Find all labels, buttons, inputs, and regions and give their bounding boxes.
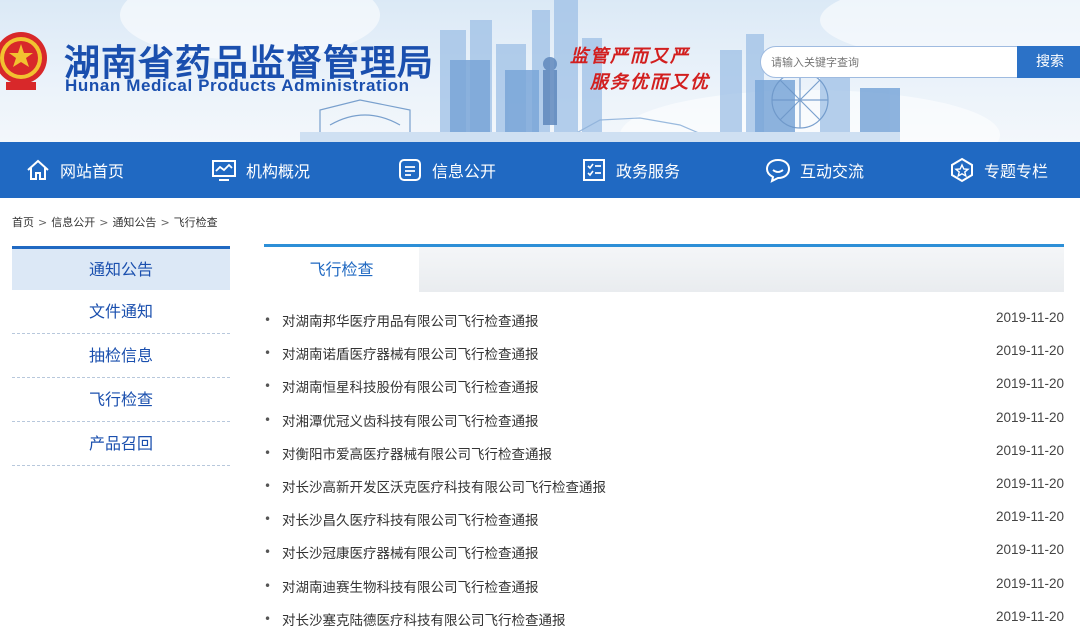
list-item[interactable]: • 对湖南邦华医疗用品有限公司飞行检查通报 2019-11-20 [264, 303, 1064, 336]
nav-item-label: 互动交流 [800, 162, 865, 181]
list-item[interactable]: • 对长沙高新开发区沃克医疗科技有限公司飞行检查通报 2019-11-20 [264, 469, 1064, 502]
nav-item-label: 政务服务 [616, 162, 681, 181]
list-item[interactable]: • 对湖南恒星科技股份有限公司飞行检查通报 2019-11-20 [264, 369, 1064, 402]
list-item[interactable]: • 对长沙塞克陆德医疗科技有限公司飞行检查通报 2019-11-20 [264, 602, 1064, 635]
list-item[interactable]: • 对湘潭优冠义齿科技有限公司飞行检查通报 2019-11-20 [264, 403, 1064, 436]
sidebar-item-recall[interactable]: 产品召回 [12, 422, 230, 466]
breadcrumb-link-home[interactable]: 首页 [12, 214, 34, 230]
bullet-icon: • [264, 412, 272, 427]
list-item-date: 2019-11-20 [995, 310, 1064, 325]
list-item-title[interactable]: 对长沙冠康医疗器械有限公司飞行检查通报 [282, 542, 539, 562]
breadcrumb-separator: > [160, 216, 170, 229]
search-input[interactable] [760, 46, 1018, 78]
bullet-icon: • [264, 611, 272, 626]
breadcrumb-link-info[interactable]: 信息公开 [51, 214, 95, 230]
nav-item-services[interactable]: 政务服务 [580, 142, 680, 198]
list-item-date: 2019-11-20 [995, 608, 1064, 624]
star-badge-icon [951, 157, 973, 183]
list-item-title[interactable]: 对长沙昌久医疗科技有限公司飞行检查通报 [282, 509, 539, 529]
list-item-title[interactable]: 对湖南诺盾医疗器械有限公司飞行检查通报 [282, 343, 539, 363]
national-emblem-icon [0, 32, 47, 90]
breadcrumb-link-notices[interactable]: 通知公告 [112, 214, 156, 230]
list-item-date: 2019-11-20 [995, 376, 1064, 392]
list-item-title[interactable]: 对长沙高新开发区沃克医疗科技有限公司飞行检查通报 [282, 476, 606, 496]
list-item-title[interactable]: 对衡阳市爱高医疗器械有限公司飞行检查通报 [282, 443, 552, 463]
bullet-icon: • [264, 346, 272, 361]
sidebar-item-sampling[interactable]: 抽检信息 [12, 334, 230, 378]
list-item-date: 2019-11-20 [995, 343, 1064, 359]
site-subtitle: Hunan Medical Products Administration [65, 76, 410, 95]
list-item-date: 2019-11-20 [995, 409, 1064, 425]
sidebar-nav: 通知公告 文件通知 抽检信息 飞行检查 产品召回 [12, 246, 230, 466]
list-item-title[interactable]: 对湖南恒星科技股份有限公司飞行检查通报 [282, 376, 539, 396]
list-item-title[interactable]: 对长沙塞克陆德医疗科技有限公司飞行检查通报 [282, 609, 566, 629]
list-item[interactable]: • 对衡阳市爱高医疗器械有限公司飞行检查通报 2019-11-20 [264, 436, 1064, 469]
list-item-title[interactable]: 对湖南邦华医疗用品有限公司飞行检查通报 [282, 310, 539, 330]
slogan-line-2: 服务优而又优 [590, 72, 710, 93]
list-item-date: 2019-11-20 [995, 542, 1064, 558]
main-content: 飞行检查 • 对湖南邦华医疗用品有限公司飞行检查通报 2019-11-20 • … [264, 244, 1064, 629]
bullet-icon: • [264, 445, 272, 460]
nav-item-interaction[interactable]: 互动交流 [764, 142, 864, 198]
sidebar-item-notices[interactable]: 通知公告 [12, 246, 230, 290]
main-nav: 网站首页 机构概况 信息公开 政务服务 互动交流 专题专栏 [0, 142, 1080, 198]
search-button[interactable]: 搜索 [1017, 46, 1080, 78]
bullet-icon: • [264, 578, 272, 593]
chat-bubble-icon [765, 158, 791, 183]
breadcrumb-current: 飞行检查 [173, 216, 218, 229]
tab-flight-inspection[interactable]: 飞行检查 [264, 247, 419, 292]
slogan-line-1: 监管严而又严 [570, 46, 690, 67]
section-tab-bar: 飞行检查 [264, 244, 1064, 292]
list-item[interactable]: • 对长沙冠康医疗器械有限公司飞行检查通报 2019-11-20 [264, 535, 1064, 568]
sidebar-item-flight-inspection[interactable]: 飞行检查 [12, 378, 230, 422]
sidebar-item-documents[interactable]: 文件通知 [12, 290, 230, 334]
list-item-date: 2019-11-20 [995, 475, 1064, 491]
monitor-chart-icon [212, 160, 236, 181]
nav-item-about[interactable]: 机构概况 [210, 142, 310, 198]
breadcrumb: 首页 > 信息公开 > 通知公告 > 飞行检查 [12, 214, 218, 230]
header-banner: 湖南省药品监督管理局 Hunan Medical Products Admini… [0, 0, 1080, 142]
bullet-icon: • [264, 478, 272, 493]
bullet-icon: • [264, 379, 272, 394]
bullet-icon: • [264, 512, 272, 527]
list-item[interactable]: • 对湖南诺盾医疗器械有限公司飞行检查通报 2019-11-20 [264, 336, 1064, 369]
list-item-date: 2019-11-20 [995, 509, 1064, 525]
checklist-icon [583, 159, 605, 181]
nav-item-info[interactable]: 信息公开 [396, 142, 496, 198]
list-item-date: 2019-11-20 [995, 575, 1064, 591]
nav-item-label: 机构概况 [246, 162, 311, 181]
list-item[interactable]: • 对湖南迪赛生物科技有限公司飞行检查通报 2019-11-20 [264, 569, 1064, 602]
list-item-date: 2019-11-20 [995, 442, 1064, 458]
nav-item-topics[interactable]: 专题专栏 [948, 142, 1048, 198]
list-item-title[interactable]: 对湖南迪赛生物科技有限公司飞行检查通报 [282, 576, 539, 596]
breadcrumb-separator: > [99, 216, 109, 229]
home-icon [27, 159, 49, 180]
bullet-icon: • [264, 545, 272, 560]
nav-item-label: 信息公开 [432, 162, 497, 181]
document-info-icon [399, 159, 421, 181]
breadcrumb-separator: > [38, 216, 48, 229]
nav-item-label: 网站首页 [60, 162, 125, 181]
nav-item-label: 专题专栏 [984, 162, 1049, 181]
notice-list: • 对湖南邦华医疗用品有限公司飞行检查通报 2019-11-20 • 对湖南诺盾… [264, 303, 1064, 635]
bullet-icon: • [264, 313, 272, 327]
list-item-title[interactable]: 对湘潭优冠义齿科技有限公司飞行检查通报 [282, 410, 539, 430]
nav-item-home[interactable]: 网站首页 [24, 142, 124, 198]
list-item[interactable]: • 对长沙昌久医疗科技有限公司飞行检查通报 2019-11-20 [264, 502, 1064, 535]
